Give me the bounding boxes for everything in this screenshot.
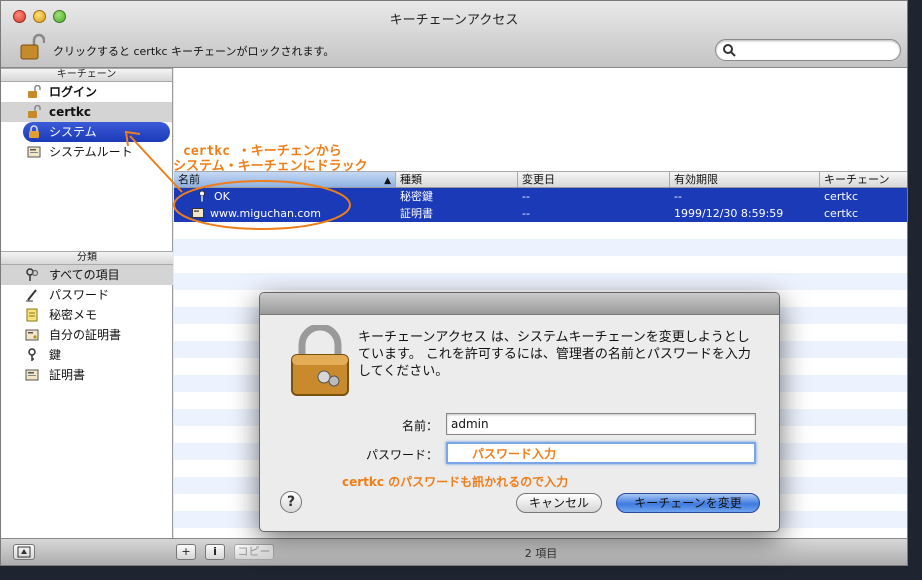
password-hint-annotation: certkc のパスワードも訊かれるので入力 xyxy=(342,475,569,489)
pencil-icon xyxy=(26,289,37,302)
sidebar-item-system-roots[interactable]: システムルート xyxy=(1,142,172,162)
lock-status-text: クリックすると certkc キーチェーンがロックされます。 xyxy=(53,45,335,58)
cell-name: OK xyxy=(174,188,396,205)
empty-row xyxy=(174,222,907,239)
window-title: キーチェーンアクセス xyxy=(389,13,519,28)
column-header-kind[interactable]: 種類 xyxy=(396,172,518,187)
cancel-button[interactable]: キャンセル xyxy=(516,493,602,513)
column-label: 名前 xyxy=(178,173,200,186)
password-field[interactable]: パスワード入力 xyxy=(446,442,756,464)
category-label: 鍵 xyxy=(49,348,62,362)
unlocked-padlock-icon xyxy=(28,85,41,98)
sidebar-item-label: ログイン xyxy=(49,85,98,99)
note-icon xyxy=(26,308,38,322)
keychains-header: キーチェーン xyxy=(1,68,172,82)
empty-row xyxy=(174,273,907,290)
cell-kind: 証明書 xyxy=(400,207,433,220)
table-row[interactable]: www.miguchan.com 証明書 -- 1999/12/30 8:59:… xyxy=(174,205,907,222)
column-header-expires[interactable]: 有効期限 xyxy=(670,172,820,187)
cell-keychain: certkc xyxy=(824,207,859,220)
cell-expires: 1999/12/30 8:59:59 xyxy=(674,207,784,220)
certificate-icon xyxy=(192,208,204,218)
empty-row xyxy=(174,256,907,273)
certificate-folder-icon xyxy=(27,146,41,158)
search-icon xyxy=(723,44,736,57)
key-icon xyxy=(28,348,36,361)
row-name: OK xyxy=(214,190,230,203)
name-field[interactable]: admin xyxy=(446,413,756,435)
column-header-modified[interactable]: 変更日 xyxy=(518,172,670,187)
column-header-keychain[interactable]: キーチェーン xyxy=(820,172,907,187)
cell-name: www.miguchan.com xyxy=(174,205,396,222)
sort-ascending-icon: ▲ xyxy=(384,176,391,186)
sidebar: キーチェーン ログイン certkc システム システムルート 分類 すべての項… xyxy=(1,68,173,538)
unlocked-padlock-icon[interactable] xyxy=(19,33,45,61)
search-field[interactable] xyxy=(715,39,901,61)
cell-modified: -- xyxy=(522,207,530,220)
unlocked-padlock-icon xyxy=(28,105,41,118)
dialog-message: キーチェーンアクセス は、システムキーチェーンを変更しようとしています。 これを… xyxy=(358,330,751,379)
row-name: www.miguchan.com xyxy=(210,207,321,220)
title-bar: キーチェーンアクセス クリックすると certkc キーチェーンがロックされます… xyxy=(1,1,907,68)
cell-keychain: certkc xyxy=(824,190,859,203)
sidebar-item-login[interactable]: ログイン xyxy=(1,82,172,102)
category-certificates[interactable]: 証明書 xyxy=(1,365,173,385)
cell-expires: -- xyxy=(674,190,682,203)
column-header-name[interactable]: 名前 ▲ xyxy=(174,172,396,187)
help-button[interactable]: ? xyxy=(280,491,302,513)
category-label: パスワード xyxy=(49,288,110,302)
category-label: すべての項目 xyxy=(49,268,120,282)
modify-keychain-button[interactable]: キーチェーンを変更 xyxy=(616,493,760,513)
my-certificate-icon xyxy=(25,329,39,341)
category-my-certificates[interactable]: 自分の証明書 xyxy=(1,325,173,345)
category-keys[interactable]: 鍵 xyxy=(1,345,173,365)
category-label: 証明書 xyxy=(49,368,86,382)
cell-modified: -- xyxy=(522,190,530,203)
cell-kind: 秘密鍵 xyxy=(400,190,433,203)
category-all-items[interactable]: すべての項目 xyxy=(1,265,173,285)
sidebar-item-system[interactable]: システム xyxy=(23,122,170,142)
empty-row xyxy=(174,239,907,256)
dialog-title-bar xyxy=(260,293,779,315)
item-count: 2 項目 xyxy=(524,547,558,560)
authorization-dialog: キーチェーンアクセス は、システムキーチェーンを変更しようとしています。 これを… xyxy=(259,292,780,532)
sidebar-item-label: システムルート xyxy=(49,145,133,159)
category-label: 自分の証明書 xyxy=(49,328,122,342)
password-label: パスワード： xyxy=(365,448,438,462)
sidebar-item-label: certkc xyxy=(49,105,91,119)
sidebar-item-label: システム xyxy=(49,125,97,139)
locked-padlock-icon xyxy=(29,125,39,138)
category-secure-notes[interactable]: 秘密メモ xyxy=(1,305,173,325)
table-row[interactable]: OK 秘密鍵 -- -- certkc xyxy=(174,188,907,205)
name-label: 名前： xyxy=(401,419,438,433)
certificate-icon xyxy=(25,369,39,381)
category-label: 秘密メモ xyxy=(49,308,98,322)
key-icon xyxy=(199,190,205,202)
categories-header: 分類 xyxy=(1,251,173,265)
sidebar-item-certkc[interactable]: certkc xyxy=(1,102,172,122)
drag-annotation-line2: システム・キーチェンにドラック xyxy=(173,159,368,174)
locked-padlock-icon xyxy=(291,325,349,396)
keys-icon xyxy=(26,268,39,281)
table-header: 名前 ▲ 種類 変更日 有効期限 キーチェーン xyxy=(174,172,907,188)
bottom-bar: + i コピー 2 項目 xyxy=(1,538,907,565)
category-passwords[interactable]: パスワード xyxy=(1,285,173,305)
